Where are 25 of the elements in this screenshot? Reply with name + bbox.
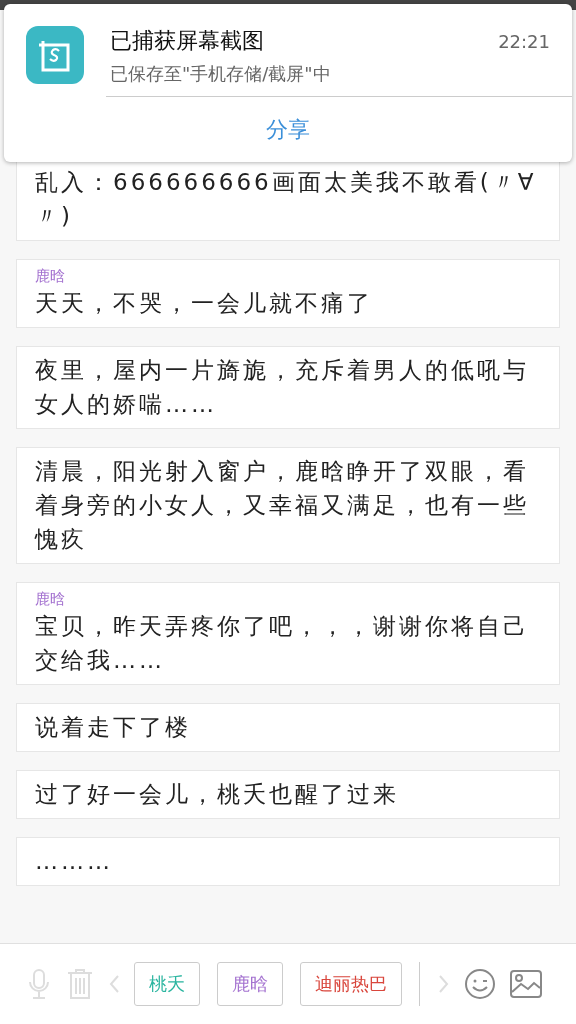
notification-title: 已捕获屏幕截图 <box>110 27 264 55</box>
screenshot-app-icon <box>26 26 84 84</box>
smiley-icon[interactable] <box>464 968 496 1000</box>
image-icon[interactable] <box>510 970 542 998</box>
message-text: 乱入：666666666画面太美我不敢看(〃∀〃) <box>35 168 538 231</box>
message-text: 天天，不哭，一会儿就不痛了 <box>35 289 374 318</box>
speaker-name: 鹿晗 <box>35 266 66 286</box>
microphone-icon[interactable] <box>26 968 52 1000</box>
chevron-right-icon[interactable] <box>438 974 450 994</box>
notification-card[interactable]: 已捕获屏幕截图 22:21 已保存至"手机存储/截屏"中 分享 <box>4 4 572 162</box>
message-text: 过了好一会儿，桃夭也醒了过来 <box>35 780 400 809</box>
share-button[interactable]: 分享 <box>4 97 572 162</box>
trash-icon[interactable] <box>66 968 94 1000</box>
message-text: 说着走下了楼 <box>35 713 192 742</box>
character-tag[interactable]: 桃夭 <box>134 962 200 1006</box>
notification-subtitle: 已保存至"手机存储/截屏"中 <box>110 62 332 86</box>
message-text: ……… <box>35 847 114 876</box>
chevron-left-icon[interactable] <box>108 974 120 994</box>
speaker-name: 鹿晗 <box>35 589 66 609</box>
message-text: 宝贝，昨天弄疼你了吧，，，谢谢你将自己交给我…… <box>35 612 530 675</box>
message-text: 夜里，屋内一片旖旎，充斥着男人的低吼与女人的娇喘…… <box>35 356 530 419</box>
notification-time: 22:21 <box>498 31 550 52</box>
character-tag[interactable]: 迪丽热巴 <box>300 962 402 1006</box>
message-text: 清晨，阳光射入窗户，鹿晗睁开了双眼，看着身旁的小女人，又幸福又满足，也有一些愧疚 <box>35 457 530 554</box>
character-tag[interactable]: 鹿晗 <box>217 962 283 1006</box>
